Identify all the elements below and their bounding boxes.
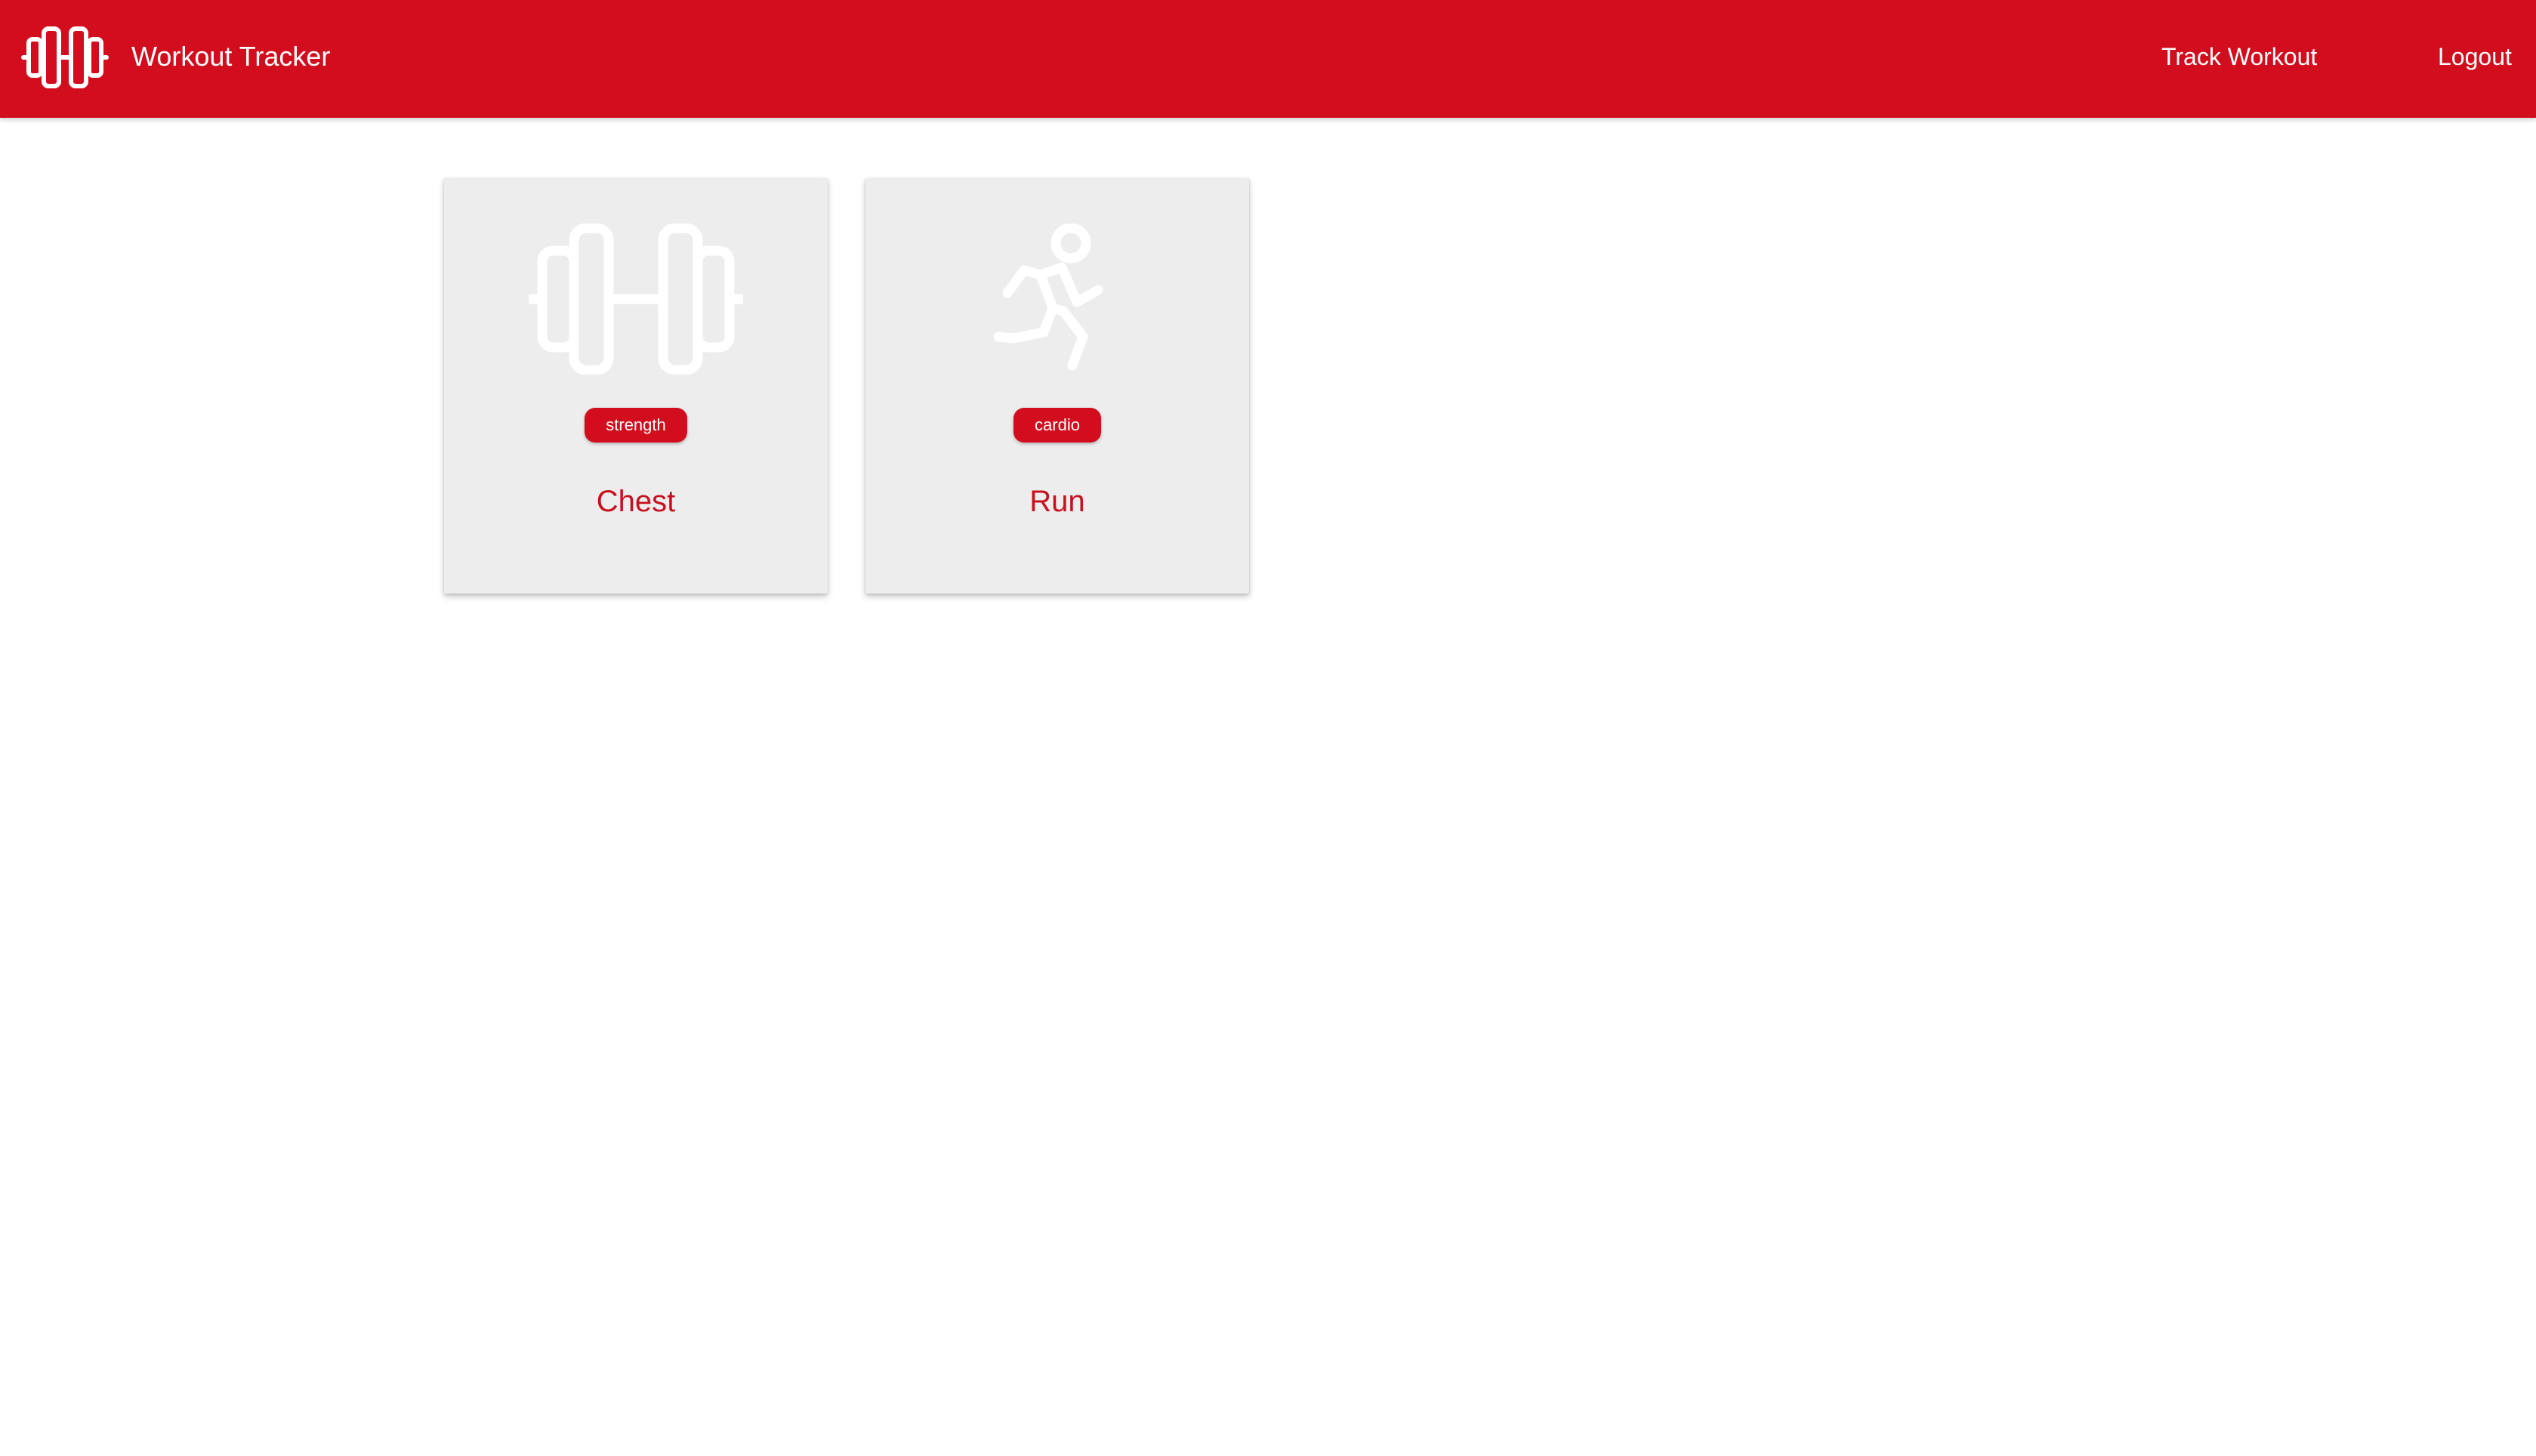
running-person-icon: [993, 224, 1103, 371]
dumbbell-icon[interactable]: [21, 26, 109, 89]
app-window: Workout Tracker Track Workout Logout str…: [0, 0, 2536, 1456]
workout-card-chest[interactable]: strength Chest: [444, 178, 828, 594]
track-workout-link[interactable]: Track Workout: [2161, 38, 2317, 76]
top-navbar: Workout Tracker Track Workout Logout: [0, 0, 2536, 118]
dumbbell-icon: [529, 224, 743, 375]
workout-card-run[interactable]: cardio Run: [865, 178, 1249, 594]
category-badge: cardio: [1013, 408, 1101, 443]
workout-name: Run: [1029, 485, 1085, 518]
logout-link[interactable]: Logout: [2438, 38, 2512, 76]
app-title[interactable]: Workout Tracker: [131, 38, 330, 76]
workout-name: Chest: [596, 485, 676, 518]
category-badge: strength: [585, 408, 687, 443]
